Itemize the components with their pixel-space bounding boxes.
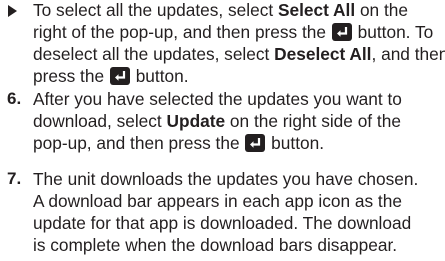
bullet-line-4: press the button. (33, 66, 189, 86)
text: After you have selected the updates you … (33, 89, 402, 109)
text: pop-up, and then press the (33, 133, 245, 153)
bullet-line-2: right of the pop-up, and then press the … (33, 22, 433, 42)
step-7-line-4: is complete when the download bars disap… (33, 235, 397, 255)
select-all-term: Select All (277, 0, 356, 20)
step-7-line-3: update for that app is downloaded. The d… (33, 213, 411, 233)
text: , and then (371, 44, 445, 64)
step-6-line-3: pop-up, and then press the button. (33, 133, 324, 153)
text: A download bar appears in each app icon … (33, 191, 402, 211)
bullet-line-3: deselect all the updates, select Deselec… (33, 44, 445, 64)
text: To select all the updates, select (33, 0, 278, 20)
step-number: 7. (7, 169, 22, 188)
text: download, select (33, 111, 167, 131)
text: button. (130, 66, 189, 86)
text: button. To (352, 22, 434, 42)
text: right of the pop-up, and then press the (33, 22, 331, 42)
instruction-document: To select all the updates, select Select… (0, 0, 445, 261)
text: press the (33, 66, 109, 86)
bullet-triangle-icon (8, 5, 17, 17)
text: on the right side of the (225, 111, 401, 131)
step-6-line-1: After you have selected the updates you … (33, 89, 402, 109)
enter-button-icon (331, 23, 352, 41)
bullet-line-1: To select all the updates, select Select… (33, 0, 408, 20)
text: is complete when the download bars disap… (33, 235, 398, 255)
text: on the (355, 0, 408, 20)
text: button. (266, 133, 325, 153)
text: The unit downloads the updates you have … (33, 169, 419, 189)
step-6-line-2: download, select Update on the right sid… (33, 111, 401, 131)
text: deselect all the updates, select (33, 44, 275, 64)
update-term: Update (166, 111, 226, 131)
step-number: 6. (7, 89, 22, 108)
text: update for that app is downloaded. The d… (33, 213, 412, 233)
deselect-all-term: Deselect All (274, 44, 372, 64)
step-7-line-1: The unit downloads the updates you have … (33, 169, 418, 189)
enter-button-icon (245, 134, 266, 152)
enter-button-icon (109, 67, 130, 85)
step-7-line-2: A download bar appears in each app icon … (33, 191, 402, 211)
